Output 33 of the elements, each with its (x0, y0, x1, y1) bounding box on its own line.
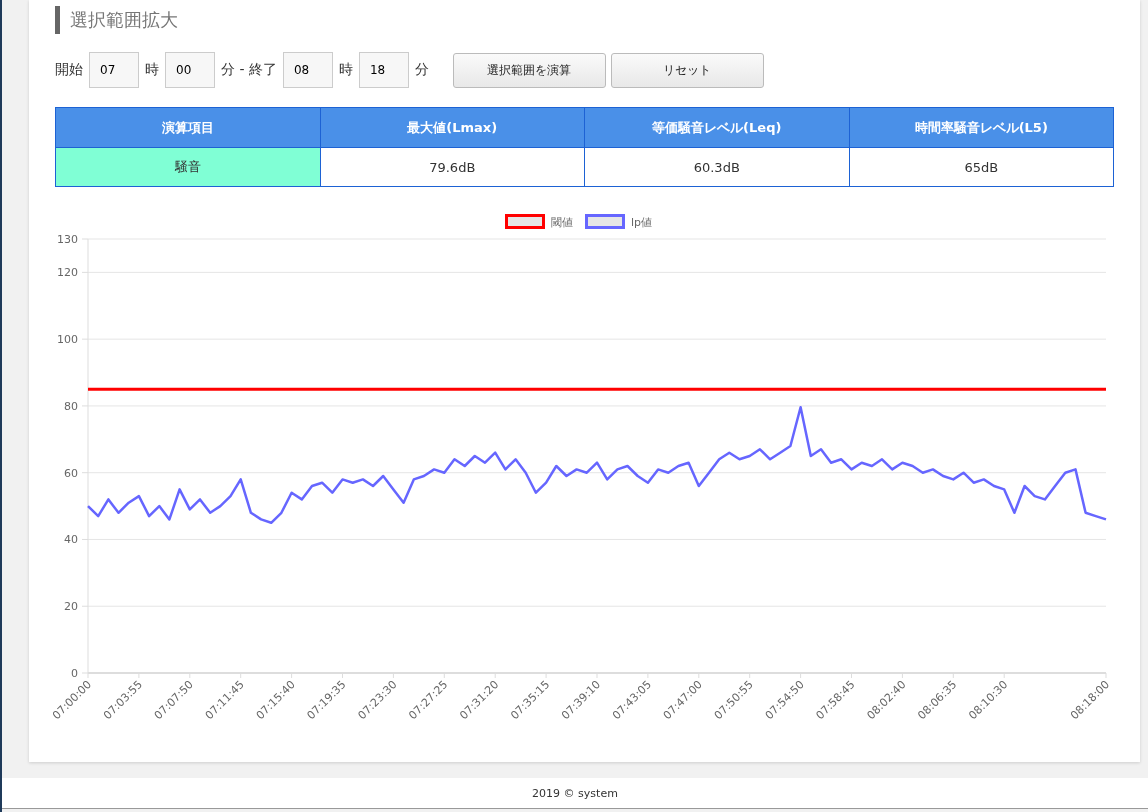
y-axis-label: 60 (64, 466, 78, 480)
column-header: 演算項目 (55, 107, 320, 148)
table-cell: 騒音 (55, 147, 320, 187)
legend-label[interactable]: 閾値 (551, 216, 573, 229)
minute-unit: 分 (414, 61, 429, 79)
section-title: 選択範囲拡大 (55, 6, 1115, 34)
hour-unit: 時 (338, 61, 353, 79)
legend-swatch[interactable] (505, 214, 545, 229)
legend-label[interactable]: lp値 (631, 216, 653, 229)
column-header: 等価騒音レベル(Leq) (584, 107, 849, 148)
end-hour-field[interactable]: 08 (282, 52, 333, 88)
y-axis-label: 0 (71, 667, 78, 680)
calculate-button[interactable]: 選択範囲を演算 (452, 52, 606, 88)
end-label: 分 - 終了 (221, 61, 277, 79)
end-minute-field[interactable]: 18 (358, 52, 409, 88)
table-cell: 65dB (849, 147, 1114, 187)
hour-unit: 時 (145, 61, 159, 79)
table-cell: 60.3dB (584, 147, 849, 187)
y-axis-label: 130 (57, 233, 78, 246)
start-minute-field[interactable]: 00 (165, 52, 215, 88)
legend-swatch[interactable] (585, 214, 625, 229)
start-label: 開始 (55, 61, 83, 79)
footer-text: 2019 © system (532, 786, 618, 800)
start-hour-field[interactable]: 07 (89, 52, 139, 88)
table-cell: 79.6dB (320, 147, 585, 187)
y-axis-label: 20 (64, 600, 78, 614)
column-header: 最大値(Lmax) (320, 107, 585, 148)
y-axis-label: 40 (64, 533, 78, 547)
y-axis-label: 120 (57, 266, 78, 280)
y-axis-label: 100 (57, 333, 78, 347)
y-axis-label: 80 (64, 399, 78, 413)
column-header: 時間率騒音レベル(L5) (849, 107, 1114, 148)
reset-button[interactable]: リセット (610, 52, 764, 88)
